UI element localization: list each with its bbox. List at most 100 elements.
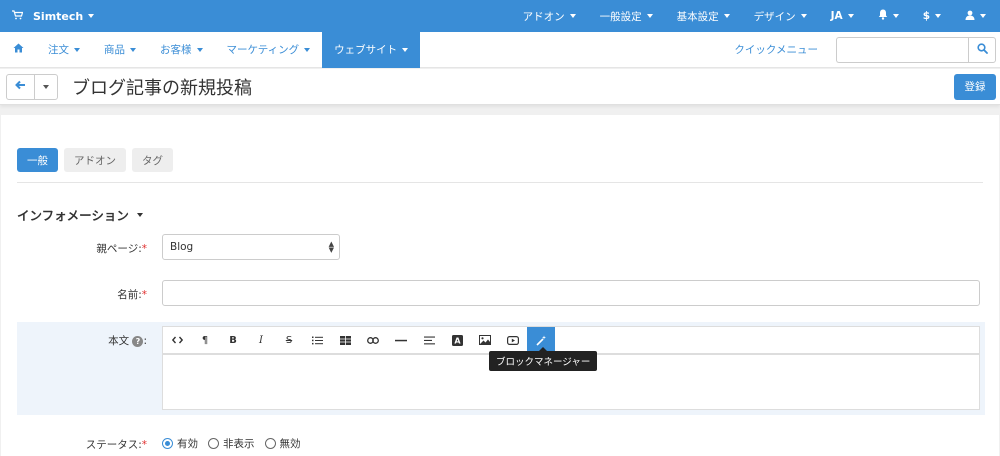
svg-text:A: A [454,336,461,345]
radio-selected-icon [162,438,173,449]
status-option-disabled-label: 無効 [279,438,301,450]
required-marker: * [141,243,147,255]
menu-addons-label: アドオン [522,10,565,23]
menu-general-settings-label: 一般設定 [599,10,642,23]
strikethrough-icon[interactable]: S [275,327,303,353]
user-icon [965,10,975,23]
horizontal-rule-icon[interactable] [387,327,415,353]
nav-website[interactable]: ウェブサイト [322,31,421,68]
section-title: インフォメーション [17,208,129,223]
menu-basic-settings-label: 基本設定 [676,10,719,23]
chevron-down-icon [74,47,80,52]
search-button[interactable] [968,36,996,63]
link-icon[interactable] [359,327,387,353]
search-icon [976,42,988,57]
arrow-left-icon [15,79,26,94]
bullet-list-icon[interactable] [303,327,331,353]
back-button-group [6,73,58,100]
parent-page-value: Blog [170,241,194,253]
chevron-down-icon [304,47,311,52]
menu-language[interactable]: JA [819,10,866,22]
back-button[interactable] [7,74,35,99]
nav-customers[interactable]: お客様 [148,32,215,68]
chevron-down-icon [980,14,986,18]
menu-design-label: デザイン [753,10,796,23]
code-view-icon[interactable] [163,327,191,353]
body-label: 本文 ?: [108,335,147,347]
video-icon[interactable] [499,327,527,353]
bold-icon[interactable]: B [219,327,247,353]
paragraph-icon[interactable]: ¶ [191,327,219,353]
editor-toolbar: ¶ B I S A [162,326,980,354]
radio-unselected-icon [208,438,219,449]
body-label-text: 本文 [108,335,130,347]
name-input[interactable] [162,280,980,306]
nav-marketing[interactable]: マーケティング [215,32,323,68]
main-content: 一般 アドオン タグ インフォメーション 親ページ:* Blog ▲ ▼ 名前:*… [1,115,999,456]
italic-icon[interactable]: I [247,327,275,353]
menu-user[interactable] [953,10,1000,23]
tab-divider [17,182,983,183]
search-input[interactable] [836,36,968,63]
status-option-active-label: 有効 [177,438,198,450]
nav-orders-label: 注文 [48,44,69,56]
parent-page-label-text: 親ページ: [96,243,142,255]
menu-language-label: JA [830,10,843,22]
table-icon[interactable] [331,327,359,353]
nav-orders[interactable]: 注文 [36,32,92,68]
tab-tags[interactable]: タグ [132,148,173,172]
tab-addons[interactable]: アドオン [64,148,126,172]
bell-icon [878,9,888,23]
select-arrows-icon: ▲ ▼ [328,240,334,254]
chevron-down-icon [402,47,409,52]
quick-menu-link[interactable]: クイックメニュー [734,42,836,57]
menu-addons[interactable]: アドオン [511,9,588,24]
chevron-down-icon [723,14,730,18]
name-label: 名前:* [17,287,147,302]
image-icon[interactable] [471,327,499,353]
chevron-down-icon [43,84,49,89]
status-label: ステータス:* [17,437,147,452]
chevron-down-icon [136,212,143,217]
radio-unselected-icon [264,438,276,449]
chevron-down-icon [892,14,899,18]
brand-label: Simtech [33,9,84,23]
menu-general-settings[interactable]: 一般設定 [588,9,665,24]
parent-page-label: 親ページ:* [17,241,147,256]
status-option-hidden[interactable]: 非表示 [208,436,255,451]
nav-marketing-label: マーケティング [226,44,300,56]
chevron-down-icon [847,14,854,18]
status-option-active[interactable]: 有効 [162,436,198,451]
main-nav: 注文 商品 お客様 マーケティング ウェブサイト クイックメニュー [0,31,1000,68]
font-color-icon[interactable]: A [443,327,471,353]
store-switcher[interactable]: Simtech [0,9,95,23]
tab-general[interactable]: 一般 [17,148,58,172]
section-information-toggle[interactable]: インフォメーション [17,205,143,224]
nav-website-label: ウェブサイト [334,44,398,56]
page-header: ブログ記事の新規投稿 登録 [0,69,1000,105]
required-marker: * [141,439,147,451]
back-dropdown-button[interactable] [35,75,57,99]
help-icon[interactable]: ? [132,336,144,347]
nav-products-label: 商品 [104,44,125,56]
cart-icon [12,9,24,23]
home-icon[interactable] [0,43,36,56]
status-option-disabled[interactable]: 無効 [264,436,301,451]
name-label-text: 名前: [117,289,142,301]
menu-design[interactable]: デザイン [742,9,819,24]
save-button[interactable]: 登録 [954,73,996,100]
chevron-down-icon [88,14,95,18]
menu-currency[interactable]: $ [911,10,953,22]
align-icon[interactable] [415,327,443,353]
chevron-down-icon [196,47,203,52]
status-option-hidden-label: 非表示 [223,438,255,450]
chevron-down-icon [130,47,136,52]
nav-products[interactable]: 商品 [92,32,148,68]
parent-page-select[interactable]: Blog ▲ ▼ [162,234,340,260]
status-label-text: ステータス: [85,439,142,451]
required-marker: * [141,289,147,301]
top-bar: Simtech アドオン 一般設定 基本設定 デザイン JA $ [0,0,1000,32]
menu-basic-settings[interactable]: 基本設定 [665,9,742,24]
menu-notifications[interactable] [866,9,911,23]
chevron-down-icon [646,14,653,18]
